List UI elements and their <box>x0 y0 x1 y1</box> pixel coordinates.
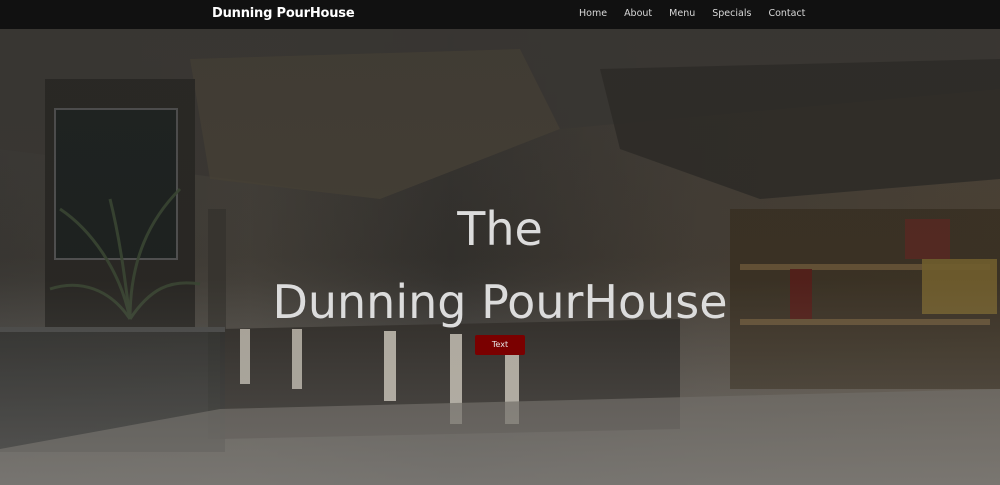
nav-link-menu[interactable]: Menu <box>669 8 695 22</box>
hero-title-line2: Dunning PourHouse <box>272 275 728 329</box>
nav-link-specials[interactable]: Specials <box>712 8 751 22</box>
brand-link[interactable]: Dunning PourHouse <box>212 6 355 21</box>
nav-link-about[interactable]: About <box>624 8 652 22</box>
hero-section: The Dunning PourHouse Text <box>0 29 1000 485</box>
hero-title-line1: The <box>457 202 543 256</box>
navbar: Dunning PourHouse Home About Menu Specia… <box>0 0 1000 29</box>
hero-cta-button[interactable]: Text <box>475 335 525 355</box>
nav-link-home[interactable]: Home <box>579 8 607 22</box>
nav-link-contact[interactable]: Contact <box>768 8 805 22</box>
nav-links: Home About Menu Specials Contact <box>579 8 805 22</box>
hero-overlay <box>0 29 1000 485</box>
